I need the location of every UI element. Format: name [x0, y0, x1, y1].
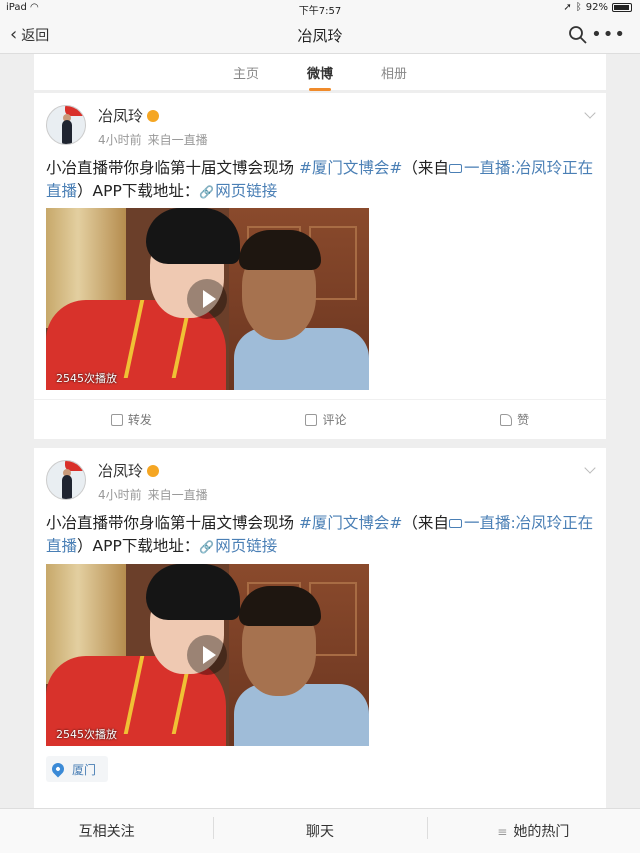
post-text: 小冶直播带你身临第十届文博会现场 #厦门文博会#（来自 一直播:冶凤玲正在直播）A…: [46, 157, 598, 204]
avatar[interactable]: [46, 105, 86, 145]
author-name[interactable]: 冶凤玲: [98, 460, 160, 481]
play-icon[interactable]: [187, 635, 227, 675]
comment-icon: [305, 413, 318, 426]
post-card[interactable]: 冶凤玲 4小时前 来自一直播 小冶直播带你身临第十届文博会现场 #厦门文博会#（来…: [34, 93, 606, 439]
tab-album[interactable]: 相册: [379, 63, 409, 82]
video-icon: [448, 164, 462, 173]
video-thumbnail[interactable]: 2545次播放: [46, 208, 369, 390]
battery-icon: [612, 3, 632, 12]
web-link[interactable]: 🔗网页链接: [199, 537, 277, 555]
tab-weibo[interactable]: 微博: [305, 63, 335, 91]
hashtag-link[interactable]: #厦门文博会#: [299, 159, 402, 177]
search-icon[interactable]: [568, 25, 588, 45]
location-tag[interactable]: 厦门: [46, 756, 109, 782]
author-name[interactable]: 冶凤玲: [98, 105, 160, 126]
like-icon: [500, 413, 513, 426]
author-name-text[interactable]: 冶凤玲: [98, 462, 143, 480]
link-icon: 🔗: [199, 540, 215, 554]
play-icon[interactable]: [187, 279, 227, 319]
tab-home[interactable]: 主页: [231, 63, 261, 82]
location-label: 厦门: [72, 762, 97, 777]
video-person-hair: [146, 208, 240, 264]
bottom-bar: 互相关注 聊天 ≡ 她的热门: [0, 808, 640, 853]
video-icon: [448, 519, 462, 528]
post-time: 4小时前: [98, 133, 142, 147]
post-source: 来自一直播: [147, 488, 208, 502]
post-text-mid: （来自: [402, 514, 449, 532]
chat-button[interactable]: 聊天: [213, 817, 426, 841]
author-name-text[interactable]: 冶凤玲: [98, 107, 143, 125]
page-title: 冶凤玲: [297, 27, 343, 45]
profile-tabs: 主页 微博 相册: [34, 54, 606, 91]
more-icon[interactable]: •••: [591, 24, 626, 45]
post-text-prefix: 小冶直播带你身临第十届文博会现场: [46, 514, 299, 532]
web-link-text[interactable]: 网页链接: [215, 537, 277, 555]
like-button[interactable]: 赞: [500, 411, 529, 428]
post-time: 4小时前: [98, 488, 142, 502]
battery-percent: 92%: [585, 2, 608, 13]
status-bar: iPad ◠ 下午7:57 ➚ ᛒ 92%: [0, 0, 640, 17]
post-meta: 4小时前 来自一直播: [98, 486, 208, 503]
avatar-figure: [62, 475, 72, 499]
comment-label: 评论: [322, 413, 347, 427]
hashtag-link[interactable]: #厦门文博会#: [299, 514, 402, 532]
nav-bar: ‹ 返回 冶凤玲 •••: [0, 16, 640, 54]
follow-label: 互相关注: [78, 824, 135, 840]
follow-button[interactable]: 互相关注: [0, 821, 213, 841]
play-count: 2545次播放: [56, 728, 117, 741]
post-source: 来自一直播: [147, 133, 208, 147]
post-meta: 4小时前 来自一直播: [98, 131, 208, 148]
repost-label: 转发: [127, 413, 152, 427]
back-label: 返回: [21, 28, 50, 44]
video-person-hair: [239, 586, 321, 626]
avatar-figure: [62, 120, 72, 144]
video-person-hair: [146, 564, 240, 620]
back-chevron-icon: ‹: [10, 24, 18, 45]
repost-icon: [110, 413, 123, 426]
clock: 下午7:57: [298, 6, 342, 17]
video-thumbnail[interactable]: 2545次播放: [46, 564, 369, 746]
vip-icon: [147, 464, 160, 477]
post-text-suffix: ）APP下载地址：: [77, 537, 200, 555]
hot-label: 她的热门: [513, 824, 570, 840]
avatar[interactable]: [46, 460, 86, 500]
location-arrow-icon: ➚: [563, 2, 572, 13]
menu-icon: ≡: [497, 825, 508, 839]
post-text-prefix: 小冶直播带你身临第十届文博会现场: [46, 159, 299, 177]
post-card[interactable]: 冶凤玲 4小时前 来自一直播 小冶直播带你身临第十届文博会现场 #厦门文博会#（来…: [34, 448, 606, 808]
link-icon: 🔗: [199, 185, 215, 199]
back-button[interactable]: ‹ 返回: [10, 25, 49, 45]
like-label: 赞: [517, 413, 530, 427]
video-person-body: [234, 328, 369, 390]
web-link-text[interactable]: 网页链接: [215, 182, 277, 200]
vip-icon: [147, 109, 160, 122]
play-count: 2545次播放: [56, 372, 117, 385]
location-pin-icon: [49, 760, 67, 778]
chevron-down-icon[interactable]: [584, 462, 596, 474]
repost-button[interactable]: 转发: [110, 411, 152, 428]
comment-button[interactable]: 评论: [305, 411, 346, 428]
chevron-down-icon[interactable]: [584, 107, 596, 119]
post-actions: 转发 评论 赞: [34, 399, 606, 439]
bluetooth-icon: ᛒ: [575, 2, 582, 13]
video-person-body: [234, 684, 369, 746]
post-text: 小冶直播带你身临第十届文博会现场 #厦门文博会#（来自 一直播:冶凤玲正在直播）A…: [46, 512, 598, 559]
hot-button[interactable]: ≡ 她的热门: [426, 817, 640, 841]
status-right: ➚ ᛒ 92%: [563, 2, 632, 13]
chat-label: 聊天: [305, 824, 334, 840]
video-person-hair: [239, 230, 321, 270]
post-text-mid: （来自: [402, 159, 449, 177]
web-link[interactable]: 🔗网页链接: [199, 182, 277, 200]
post-text-suffix: ）APP下载地址：: [77, 182, 200, 200]
